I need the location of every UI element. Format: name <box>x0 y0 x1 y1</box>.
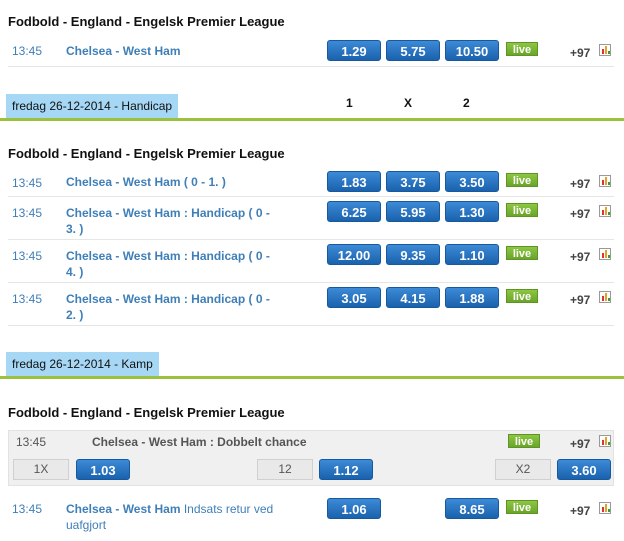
section-tab-handicap[interactable]: fredag 26-12-2014 - Handicap <box>6 94 179 118</box>
statistics-icon[interactable] <box>599 175 611 187</box>
match-name: Chelsea - West Ham : Handicap ( 0 - <box>66 249 270 263</box>
live-badge[interactable]: live <box>508 434 540 448</box>
match-name: Chelsea - West Ham <box>66 175 181 189</box>
odd-button-home[interactable]: 1.29 <box>327 40 381 61</box>
match-handicap-line2: 4. ) <box>66 265 84 279</box>
statistics-icon[interactable] <box>599 435 611 447</box>
league-title: Fodbold - England - Engelsk Premier Leag… <box>8 14 285 29</box>
divider <box>8 196 614 197</box>
match-name: Chelsea - West Ham <box>66 502 181 516</box>
match-time: 13:45 <box>12 292 43 306</box>
more-markets-count[interactable]: +97 <box>570 504 590 518</box>
odd-button-draw[interactable]: 5.75 <box>386 40 440 61</box>
divider <box>8 282 614 283</box>
odd-button-home[interactable]: 1.83 <box>327 171 381 192</box>
section-tab-kamp[interactable]: fredag 26-12-2014 - Kamp <box>6 352 159 376</box>
match-link[interactable]: Chelsea - West Ham : Handicap ( 0 - 2. ) <box>66 291 270 323</box>
live-badge[interactable]: live <box>506 289 538 303</box>
odd-button-away[interactable]: 1.30 <box>445 201 499 222</box>
odd-button-home[interactable]: 1.06 <box>327 498 381 519</box>
match-time: 13:45 <box>12 44 43 58</box>
match-time: 13:45 <box>12 176 43 190</box>
divider <box>8 325 614 326</box>
match-name: Chelsea - West Ham : Handicap ( 0 - <box>66 292 270 306</box>
column-header-1: 1 <box>346 96 353 110</box>
odd-button-12[interactable]: 1.12 <box>319 459 373 480</box>
market-name: Indsats retur ved <box>180 502 274 516</box>
match-name: Chelsea - West Ham : Handicap ( 0 - <box>66 206 270 220</box>
more-markets-count[interactable]: +97 <box>570 250 590 264</box>
odd-button-home[interactable]: 3.05 <box>327 287 381 308</box>
odd-button-home[interactable]: 6.25 <box>327 201 381 222</box>
live-badge[interactable]: live <box>506 42 538 56</box>
statistics-icon[interactable] <box>599 44 611 56</box>
selection-label-x2: X2 <box>495 459 551 480</box>
statistics-icon[interactable] <box>599 502 611 514</box>
odd-button-away[interactable]: 1.88 <box>445 287 499 308</box>
statistics-icon[interactable] <box>599 248 611 260</box>
odd-button-home[interactable]: 12.00 <box>327 244 381 265</box>
odd-button-draw[interactable]: 4.15 <box>386 287 440 308</box>
live-badge[interactable]: live <box>506 500 538 514</box>
match-time: 13:45 <box>12 249 43 263</box>
section-header-kamp: fredag 26-12-2014 - Kamp <box>0 352 624 379</box>
match-link[interactable]: Chelsea - West Ham : Handicap ( 0 - 3. ) <box>66 205 270 237</box>
market-name-line2: uafgjort <box>66 518 107 532</box>
match-handicap-line2: 2. ) <box>66 308 84 322</box>
odd-button-1x[interactable]: 1.03 <box>76 459 130 480</box>
more-markets-count[interactable]: +97 <box>570 437 590 451</box>
divider <box>8 239 614 240</box>
statistics-icon[interactable] <box>599 205 611 217</box>
match-time: 13:45 <box>12 502 43 516</box>
live-badge[interactable]: live <box>506 246 538 260</box>
match-title: Chelsea - West Ham : Dobbelt chance <box>92 435 307 449</box>
match-link[interactable]: Chelsea - West Ham : Handicap ( 0 - 4. ) <box>66 248 270 280</box>
column-header-2: 2 <box>463 96 470 110</box>
odd-button-away[interactable]: 10.50 <box>445 40 499 61</box>
more-markets-count[interactable]: +97 <box>570 177 590 191</box>
odd-button-draw[interactable]: 9.35 <box>386 244 440 265</box>
match-link[interactable]: Chelsea - West Ham <box>66 43 181 59</box>
match-time: 13:45 <box>12 206 43 220</box>
odd-button-away[interactable]: 1.10 <box>445 244 499 265</box>
more-markets-count[interactable]: +97 <box>570 207 590 221</box>
match-link[interactable]: Chelsea - West Ham Indsats retur ved uaf… <box>66 501 316 533</box>
selection-label-1x: 1X <box>13 459 69 480</box>
section-header-handicap: fredag 26-12-2014 - Handicap <box>0 94 624 121</box>
odd-button-away[interactable]: 8.65 <box>445 498 499 519</box>
odd-button-draw[interactable]: 5.95 <box>386 201 440 222</box>
odd-button-draw[interactable]: 3.75 <box>386 171 440 192</box>
match-handicap-line2: 3. ) <box>66 222 84 236</box>
statistics-icon[interactable] <box>599 291 611 303</box>
live-badge[interactable]: live <box>506 173 538 187</box>
section-divider <box>0 118 624 121</box>
selection-label-12: 12 <box>257 459 313 480</box>
league-title: Fodbold - England - Engelsk Premier Leag… <box>8 146 285 161</box>
odd-button-away[interactable]: 3.50 <box>445 171 499 192</box>
section-divider <box>0 376 624 379</box>
column-header-x: X <box>404 96 413 110</box>
more-markets-count[interactable]: +97 <box>570 46 590 60</box>
match-time: 13:45 <box>16 435 47 449</box>
match-handicap: ( 0 - 1. ) <box>180 175 226 189</box>
divider <box>8 66 614 67</box>
live-badge[interactable]: live <box>506 203 538 217</box>
league-title: Fodbold - England - Engelsk Premier Leag… <box>8 405 285 420</box>
match-link[interactable]: Chelsea - West Ham ( 0 - 1. ) <box>66 174 226 190</box>
more-markets-count[interactable]: +97 <box>570 293 590 307</box>
odd-button-x2[interactable]: 3.60 <box>557 459 611 480</box>
